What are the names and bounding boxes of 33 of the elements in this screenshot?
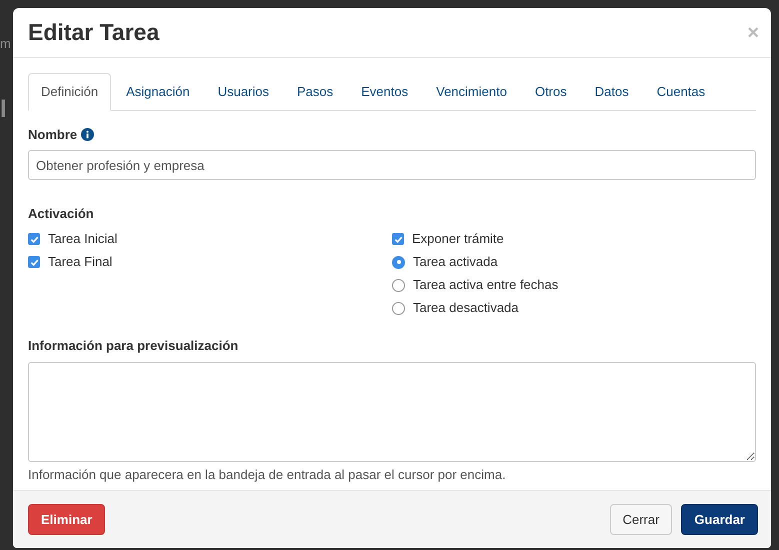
tab[interactable]: Asignación <box>113 73 203 110</box>
radio-button[interactable] <box>392 278 405 292</box>
option-label: Tarea activa entre fechas <box>413 276 558 294</box>
tab[interactable]: Usuarios <box>204 73 282 110</box>
checkbox[interactable] <box>28 256 40 268</box>
background-text: l <box>0 95 7 125</box>
field-label: Nombre <box>28 126 78 144</box>
tab[interactable]: Eventos <box>348 73 422 110</box>
delete-button[interactable]: Eliminar <box>28 504 106 536</box>
field-label: Información para previsualización <box>28 336 238 355</box>
help-text: Información que aparecera en la bandeja de entrada al pasar el cursor por encima. <box>28 467 507 484</box>
save-button[interactable]: Guardar <box>681 504 758 536</box>
tab[interactable]: Pasos <box>284 73 346 110</box>
option-label: Tarea activada <box>413 253 498 272</box>
checkbox[interactable] <box>392 233 404 245</box>
tab[interactable]: Datos <box>582 73 642 110</box>
background-text: m <box>0 35 11 53</box>
section-label: Activación <box>28 205 94 223</box>
name-field[interactable]: Obtener profesión y empresa <box>28 150 756 180</box>
checkbox[interactable] <box>28 233 40 245</box>
option-label: Tarea Inicial <box>48 230 118 248</box>
tab[interactable]: Cuentas <box>644 73 718 110</box>
radio-button[interactable] <box>392 302 405 314</box>
tab[interactable]: Vencimiento <box>423 73 520 110</box>
option-label: Tarea desactivada <box>413 299 519 318</box>
tab[interactable]: Otros <box>522 73 580 110</box>
radio-button[interactable] <box>392 256 405 268</box>
option-label: Exponer trámite <box>412 230 504 248</box>
close-button[interactable]: Cerrar <box>610 504 672 536</box>
option-label: Tarea Final <box>48 253 112 272</box>
info-icon[interactable] <box>81 128 94 140</box>
tab[interactable]: Definición <box>28 73 112 110</box>
dialog-title: Editar Tarea <box>28 18 160 46</box>
